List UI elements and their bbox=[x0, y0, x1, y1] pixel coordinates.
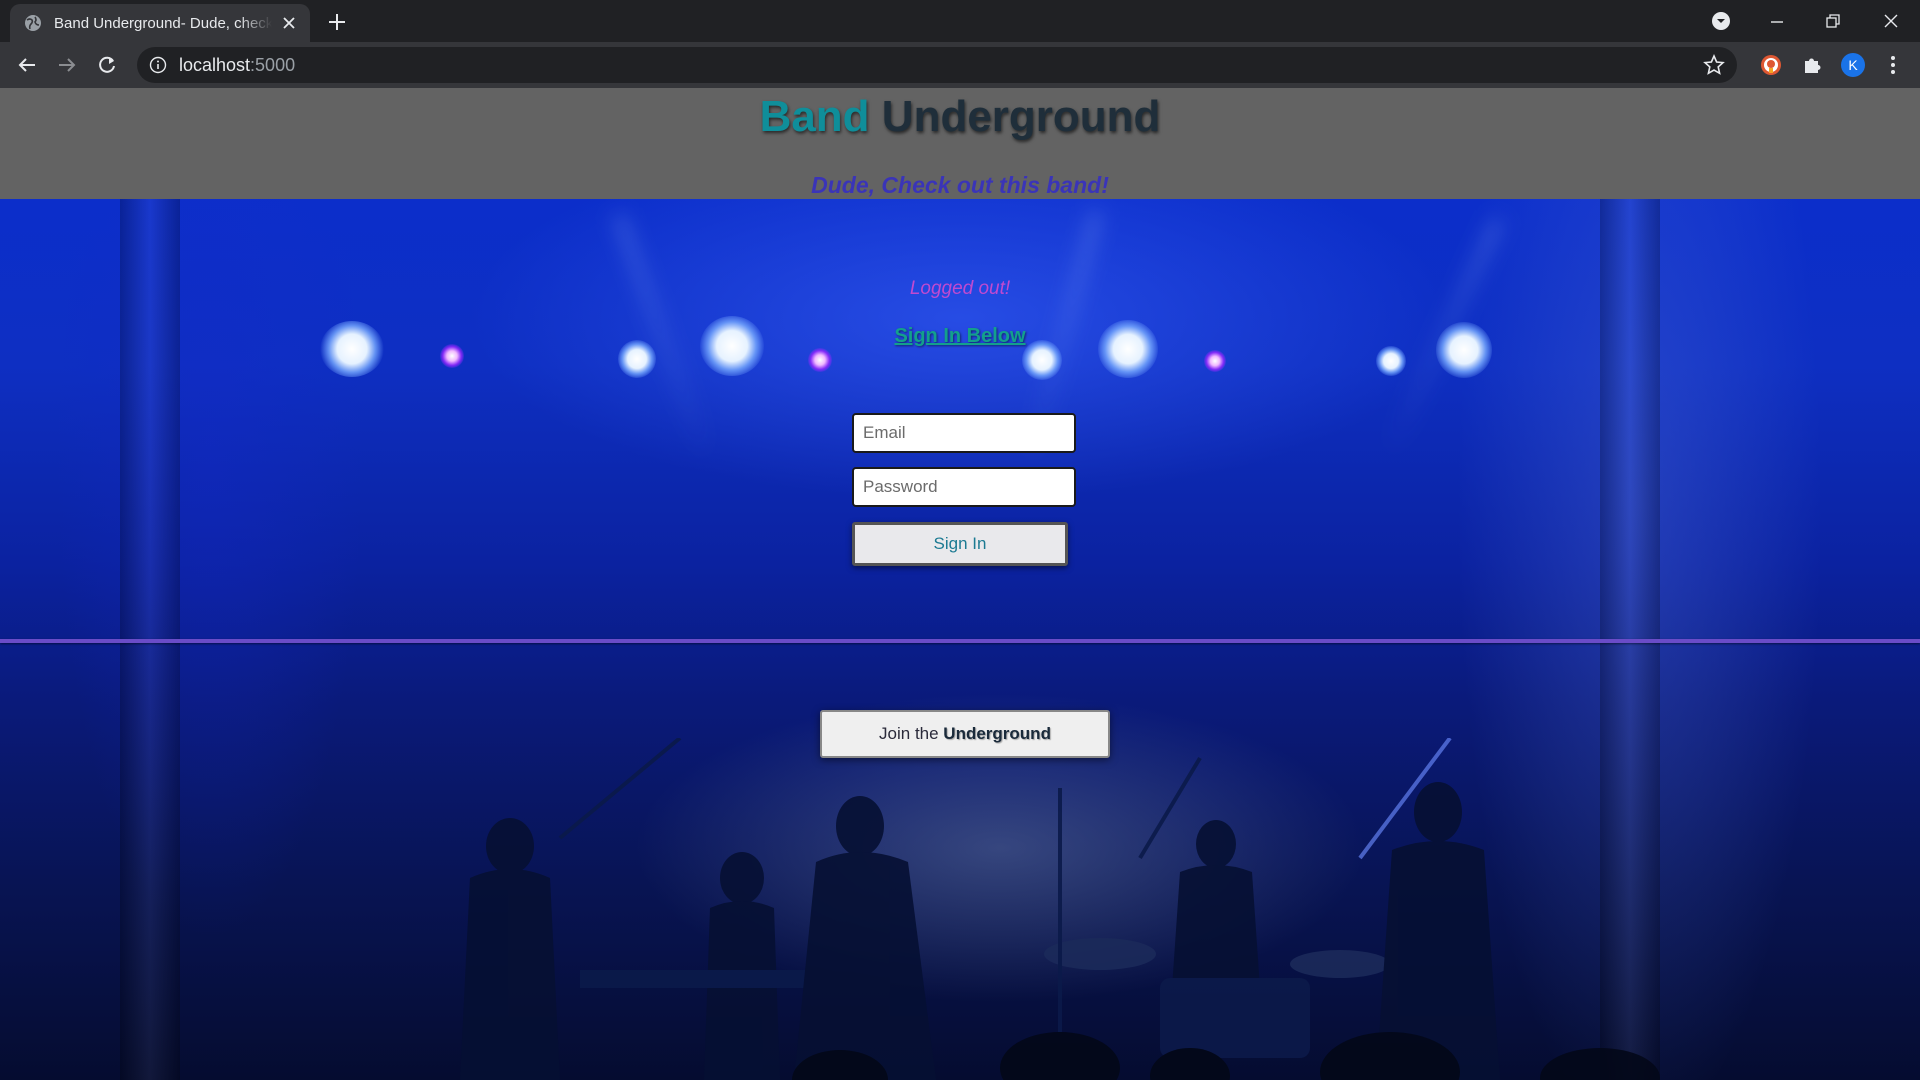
reload-icon[interactable] bbox=[94, 52, 120, 78]
restore-icon[interactable] bbox=[1820, 8, 1846, 34]
join-underground-button[interactable]: Join the Underground bbox=[820, 710, 1110, 758]
divider bbox=[0, 639, 1920, 643]
tagline: Dude, Check out this band! bbox=[811, 172, 1109, 198]
join-prefix: Join the bbox=[879, 724, 944, 743]
info-icon[interactable] bbox=[149, 56, 167, 74]
browser-tab[interactable]: Band Underground- Dude, check out this b… bbox=[10, 4, 310, 42]
concert-background-image bbox=[0, 88, 1920, 1080]
profile-dropdown-icon[interactable] bbox=[1708, 8, 1734, 34]
minimize-icon[interactable] bbox=[1764, 8, 1790, 34]
email-field[interactable] bbox=[852, 413, 1076, 453]
stage-light bbox=[808, 348, 832, 372]
back-icon[interactable] bbox=[14, 52, 40, 78]
join-emphasis: Underground bbox=[943, 724, 1051, 743]
site-logo-title[interactable]: Band Underground bbox=[0, 92, 1920, 142]
url-host: localhost bbox=[179, 54, 251, 75]
plus-icon[interactable] bbox=[326, 11, 348, 33]
browser-tab-strip: Band Underground- Dude, check out this b… bbox=[0, 0, 1920, 42]
url-text: localhost:5000 bbox=[179, 55, 295, 76]
puzzle-icon[interactable] bbox=[1800, 53, 1824, 77]
curtain-fold bbox=[120, 88, 180, 1080]
forward-icon[interactable] bbox=[54, 52, 80, 78]
menu-icon[interactable] bbox=[1881, 53, 1905, 77]
tab-title: Band Underground- Dude, check out this b… bbox=[54, 14, 272, 32]
band-silhouette bbox=[460, 738, 1660, 1080]
password-field[interactable] bbox=[852, 467, 1076, 507]
brand-first-word: Band bbox=[759, 92, 870, 141]
address-bar[interactable]: localhost:5000 bbox=[137, 47, 1737, 83]
url-port: :5000 bbox=[250, 54, 296, 75]
extension-icon[interactable] bbox=[1759, 53, 1783, 77]
close-icon[interactable] bbox=[280, 14, 298, 32]
sign-in-link[interactable]: Sign In Below bbox=[894, 325, 1025, 347]
profile-avatar[interactable]: K bbox=[1841, 53, 1865, 77]
sign-in-link-wrapper: Sign In Below bbox=[0, 325, 1920, 348]
sign-in-button[interactable]: Sign In bbox=[852, 522, 1068, 566]
brand-second-word: Underground bbox=[881, 92, 1161, 141]
browser-toolbar: localhost:5000 bbox=[0, 42, 1920, 88]
star-icon[interactable] bbox=[1703, 54, 1725, 76]
window-close-icon[interactable] bbox=[1878, 8, 1904, 34]
page-viewport: Band Underground Dude, Check out this ba… bbox=[0, 88, 1920, 1080]
stage-light bbox=[1376, 346, 1406, 376]
status-message: Logged out! bbox=[909, 278, 1011, 299]
stage-light bbox=[1204, 350, 1226, 372]
globe-icon bbox=[25, 15, 41, 31]
